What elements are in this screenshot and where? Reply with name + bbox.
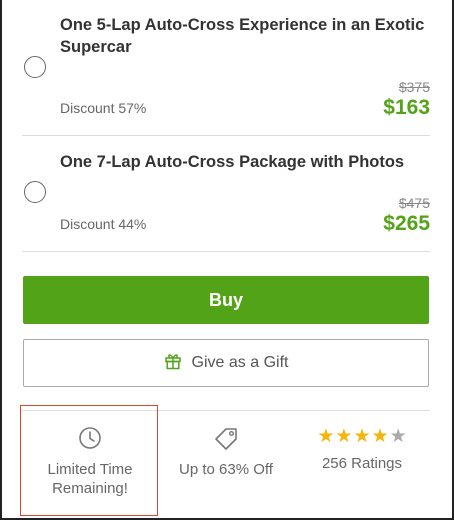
discount-label: Up to 63% Off [179,461,273,478]
buy-button[interactable]: Buy [23,276,429,324]
deal-option-1[interactable]: One 5-Lap Auto-Cross Experience in an Ex… [22,14,430,126]
highlight-box [20,405,158,516]
gift-icon [164,352,182,375]
limited-time-highlight: Limited Time Remaining! [20,405,158,516]
ratings-label: 256 Ratings [321,455,403,472]
star-filled-icon: ★ [317,426,335,447]
option-radio[interactable] [24,181,46,203]
option-title: One 5-Lap Auto-Cross Experience in an Ex… [60,16,425,56]
deal-highlights: Limited Time Remaining! Up to 63% Off ★ ★… [20,405,430,516]
option-original-price: $475 [398,195,430,211]
divider [22,135,430,136]
option-radio[interactable] [24,56,46,78]
star-filled-icon: ★ [353,426,371,447]
option-price: $163 [383,96,430,119]
star-filled-icon: ★ [371,426,389,447]
option-price: $265 [383,212,430,235]
option-original-price: $375 [398,79,430,95]
discount-highlight: Up to 63% Off [158,410,294,479]
deal-options-panel: One 5-Lap Auto-Cross Experience in an Ex… [0,0,454,520]
option-discount: Discount 44% [60,216,147,232]
give-as-gift-button[interactable]: Give as a Gift [23,339,429,387]
option-title: One 7-Lap Auto-Cross Package with Photos [60,153,405,171]
option-discount: Discount 57% [60,100,147,116]
divider [22,251,430,252]
ratings-highlight[interactable]: ★ ★ ★ ★ ★ 256 Ratings [294,410,430,473]
gift-button-label: Give as a Gift [191,354,289,371]
star-filled-icon: ★ [335,426,353,447]
star-empty-icon: ★ [389,426,407,447]
star-rating: ★ ★ ★ ★ ★ [294,427,430,447]
tag-icon [158,426,294,454]
deal-option-2[interactable]: One 7-Lap Auto-Cross Package with Photos… [22,151,430,241]
